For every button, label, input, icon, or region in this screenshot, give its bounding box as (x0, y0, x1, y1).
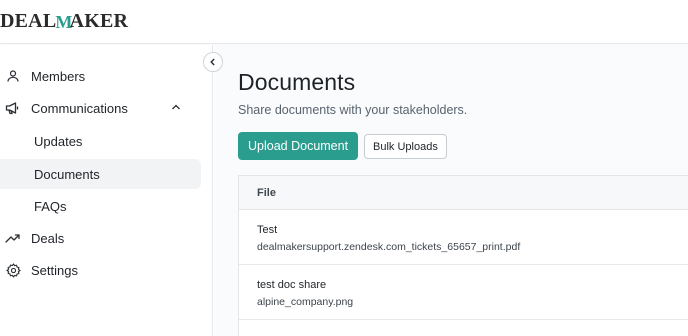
sidebar-item-label: Updates (34, 133, 83, 149)
dealmaker-logo[interactable]: DEAL M AKER (0, 10, 128, 33)
chevron-left-icon (210, 58, 215, 66)
sidebar-item-label: Communications (31, 100, 128, 116)
top-header: DEAL M AKER (0, 0, 688, 44)
bulk-uploads-button[interactable]: Bulk Uploads (364, 134, 447, 159)
document-filename[interactable]: dealmakersupport.zendesk.com_tickets_656… (257, 241, 688, 253)
logo-accent-letter: M (55, 12, 73, 32)
sidebar: Members Communications Updates Documents… (0, 45, 213, 336)
upload-document-button[interactable]: Upload Document (238, 132, 359, 160)
user-icon (4, 67, 22, 85)
page-subtitle: Share documents with your stakeholders. (238, 103, 468, 117)
logo-text-part1: DEAL (0, 10, 57, 32)
collapse-sidebar-button[interactable] (203, 52, 223, 72)
gear-icon (4, 261, 22, 279)
sidebar-item-label: Deals (31, 230, 65, 246)
sidebar-item-deals[interactable]: Deals (0, 223, 200, 253)
trending-up-icon (4, 229, 22, 247)
document-name: test doc share (257, 279, 327, 291)
sidebar-item-communications[interactable]: Communications (0, 93, 200, 123)
page-title: Documents (238, 69, 356, 95)
sidebar-item-settings[interactable]: Settings (0, 255, 200, 285)
table-row[interactable]: test doc share alpine_company.png (239, 265, 688, 320)
sidebar-item-members[interactable]: Members (0, 61, 200, 91)
logo-text-part2: AKER (69, 10, 129, 32)
documents-table: File Test dealmakersupport.zendesk.com_t… (238, 175, 688, 336)
sidebar-item-label: Settings (31, 262, 78, 278)
main-content: Documents Share documents with your stak… (214, 45, 688, 336)
sidebar-subitem-faqs[interactable]: FAQs (0, 191, 201, 221)
sidebar-item-label: Documents (34, 166, 100, 182)
document-name: Test (257, 224, 278, 236)
sidebar-item-label: FAQs (34, 198, 67, 214)
sidebar-item-label: Members (31, 68, 86, 84)
column-header-file[interactable]: File (257, 187, 276, 199)
document-filename[interactable]: alpine_company.png (257, 296, 688, 308)
table-row[interactable]: Test dealmakersupport.zendesk.com_ticket… (239, 210, 688, 265)
table-header: File (239, 176, 688, 210)
sidebar-subitem-updates[interactable]: Updates (0, 126, 201, 156)
chevron-up-icon[interactable] (170, 101, 182, 116)
megaphone-icon (4, 99, 22, 117)
sidebar-subitem-documents[interactable]: Documents (0, 159, 201, 189)
